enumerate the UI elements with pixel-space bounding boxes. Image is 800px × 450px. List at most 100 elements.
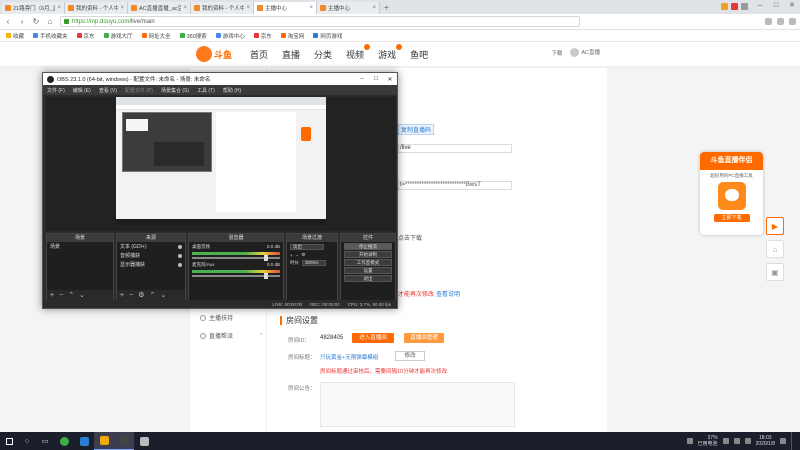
stream-key-field[interactable]: t=**************************BwsT bbox=[398, 181, 512, 190]
nav-item[interactable]: 游戏 bbox=[378, 44, 403, 61]
obs-control-button[interactable]: 工作室模式 bbox=[344, 259, 392, 266]
view-instructions-link[interactable]: 查看说明 bbox=[436, 289, 460, 298]
refresh-icon[interactable]: ↻ bbox=[32, 17, 40, 26]
copy-stream-code-link[interactable]: 复制直播码 bbox=[398, 124, 435, 135]
taskbar-app-button[interactable] bbox=[94, 432, 114, 450]
source-item[interactable]: 文本 (GDI+) bbox=[117, 242, 185, 251]
browser-tab[interactable]: AC直播直播_ac豆豆之家直播× bbox=[128, 2, 191, 14]
bookmark-item[interactable]: 手机收藏夹 bbox=[33, 32, 68, 40]
volume-icon[interactable] bbox=[733, 438, 740, 444]
extension-icon[interactable] bbox=[731, 3, 738, 10]
extension-icon[interactable] bbox=[721, 3, 728, 10]
extension-icon[interactable] bbox=[777, 18, 784, 25]
douyu-logo[interactable]: 斗鱼 bbox=[196, 45, 241, 63]
gear-icon[interactable]: ⚙ bbox=[301, 252, 305, 258]
bookmark-item[interactable]: 游戏中心 bbox=[215, 32, 245, 40]
duration-input[interactable]: 300ms bbox=[302, 260, 326, 266]
close-icon[interactable]: × bbox=[307, 5, 313, 11]
menu-icon[interactable] bbox=[789, 18, 796, 25]
nav-item[interactable]: 鱼吧 bbox=[410, 48, 428, 61]
bookmark-item[interactable]: 网址大全 bbox=[141, 32, 171, 40]
enter-room-button[interactable]: 进入直播间 bbox=[352, 333, 394, 343]
room-notice-textarea[interactable] bbox=[320, 382, 515, 427]
browser-tab[interactable]: 我的资料 - 个人中心 - 斗鱼× bbox=[65, 2, 128, 14]
volume-slider[interactable] bbox=[192, 273, 280, 279]
taskbar-app-button[interactable] bbox=[114, 432, 134, 450]
eye-icon[interactable] bbox=[178, 262, 182, 267]
taskbar-app-button[interactable] bbox=[54, 432, 74, 450]
start-button[interactable] bbox=[0, 432, 18, 450]
remove-icon[interactable]: − bbox=[296, 253, 299, 258]
obs-control-button[interactable]: 设置 bbox=[344, 267, 392, 274]
home-icon[interactable]: ⌂ bbox=[766, 240, 784, 258]
battery-status[interactable]: 37% 已用电池 bbox=[698, 435, 718, 447]
clock[interactable]: 18:03 2020/1/8 bbox=[756, 435, 775, 447]
bookmark-item[interactable]: 360搜索 bbox=[179, 32, 207, 40]
taskbar-app-button[interactable] bbox=[134, 432, 154, 450]
url-input[interactable]: https://mp.douyu.com /live/main bbox=[60, 16, 580, 27]
download-promo-widget[interactable]: 斗鱼直播伴侣 超好用的PC直播工具 立即下载 bbox=[700, 152, 763, 235]
browser-tab[interactable]: 21路旁门（6月_直播_斗鱼× bbox=[2, 2, 65, 14]
network-icon[interactable] bbox=[722, 438, 729, 444]
move-down-icon[interactable]: ⌄ bbox=[160, 291, 166, 299]
obs-menu-item[interactable]: 查看 (V) bbox=[99, 87, 117, 94]
obs-menu-item[interactable]: 文件 (F) bbox=[47, 87, 65, 94]
obs-menu-item[interactable]: 场景集合 (S) bbox=[161, 87, 189, 94]
close-icon[interactable]: ✕ bbox=[383, 76, 397, 83]
maximize-icon[interactable]: □ bbox=[369, 76, 383, 83]
star-icon[interactable] bbox=[765, 18, 772, 25]
obs-menu-item[interactable]: 帮助 (H) bbox=[223, 87, 241, 94]
obs-menu-item[interactable]: 配置文件 (P) bbox=[125, 87, 153, 94]
extension-icon[interactable] bbox=[741, 3, 748, 10]
sidebar-item-support[interactable]: 主播扶持 bbox=[200, 313, 233, 322]
scene-item[interactable]: 场景 bbox=[47, 242, 113, 251]
download-tip[interactable]: 点击下载 bbox=[398, 233, 422, 242]
eye-icon[interactable] bbox=[178, 253, 182, 258]
add-icon[interactable]: + bbox=[290, 253, 293, 258]
bookmark-item[interactable]: 京东 bbox=[76, 32, 95, 40]
remove-icon[interactable]: − bbox=[59, 292, 63, 299]
close-icon[interactable]: × bbox=[244, 5, 250, 11]
browser-tab[interactable]: 主播中心 × bbox=[254, 2, 317, 14]
download-link[interactable]: 下载 bbox=[551, 49, 562, 57]
browser-tab[interactable]: 主播中心 × bbox=[317, 2, 380, 14]
ime-icon[interactable] bbox=[744, 438, 751, 444]
add-icon[interactable]: + bbox=[50, 292, 54, 299]
source-item[interactable]: 显示器捕获 bbox=[117, 260, 185, 269]
transition-select[interactable]: 淡出 bbox=[290, 244, 324, 250]
promo-download-button[interactable]: 立即下载 bbox=[713, 214, 750, 222]
minimize-icon[interactable]: – bbox=[355, 76, 369, 83]
obs-control-button[interactable]: 开始录制 bbox=[344, 251, 392, 258]
volume-slider[interactable] bbox=[192, 255, 280, 261]
obs-title-bar[interactable]: OBS 23.1.0 (64-bit, windows) - 配置文件: 未命名… bbox=[43, 73, 397, 85]
new-tab-button[interactable]: + bbox=[384, 3, 389, 12]
nav-item[interactable]: 首页 bbox=[250, 48, 268, 61]
eye-icon[interactable] bbox=[178, 244, 182, 249]
nav-item[interactable]: 视频 bbox=[346, 44, 371, 61]
bookmark-item[interactable]: 淘宝网 bbox=[280, 32, 304, 40]
bookmark-item[interactable]: 游戏大厅 bbox=[103, 32, 133, 40]
move-up-icon[interactable]: ⌃ bbox=[149, 291, 155, 299]
obs-preview[interactable] bbox=[46, 97, 396, 231]
room-manage-button[interactable]: 直播间管理 bbox=[404, 333, 444, 343]
move-up-icon[interactable]: ⌃ bbox=[68, 291, 74, 299]
minimize-icon[interactable]: – bbox=[752, 0, 768, 12]
back-icon[interactable]: ‹ bbox=[4, 17, 12, 26]
forward-icon[interactable]: › bbox=[18, 17, 26, 26]
sidebar-item-guild[interactable]: 直播帮派 ^ bbox=[200, 331, 262, 340]
task-view-icon[interactable]: ▭ bbox=[36, 432, 54, 450]
home-icon[interactable]: ⌂ bbox=[46, 17, 54, 26]
bookmark-item[interactable]: 网页游戏 bbox=[313, 32, 342, 40]
chevron-up-icon[interactable] bbox=[686, 438, 693, 444]
bookmark-item[interactable]: 京东 bbox=[253, 32, 272, 40]
screen-icon[interactable]: ▣ bbox=[766, 263, 784, 281]
gear-icon[interactable]: ⚙ bbox=[138, 291, 144, 299]
remove-icon[interactable]: − bbox=[129, 292, 133, 299]
bookmark-item[interactable]: 收藏 bbox=[6, 32, 24, 40]
close-icon[interactable]: × bbox=[181, 5, 187, 11]
play-icon[interactable]: ▶ bbox=[766, 217, 784, 235]
search-icon[interactable]: ○ bbox=[18, 432, 36, 450]
close-icon[interactable]: ✕ bbox=[784, 0, 800, 12]
close-icon[interactable]: × bbox=[55, 5, 61, 11]
notification-icon[interactable] bbox=[780, 438, 786, 444]
